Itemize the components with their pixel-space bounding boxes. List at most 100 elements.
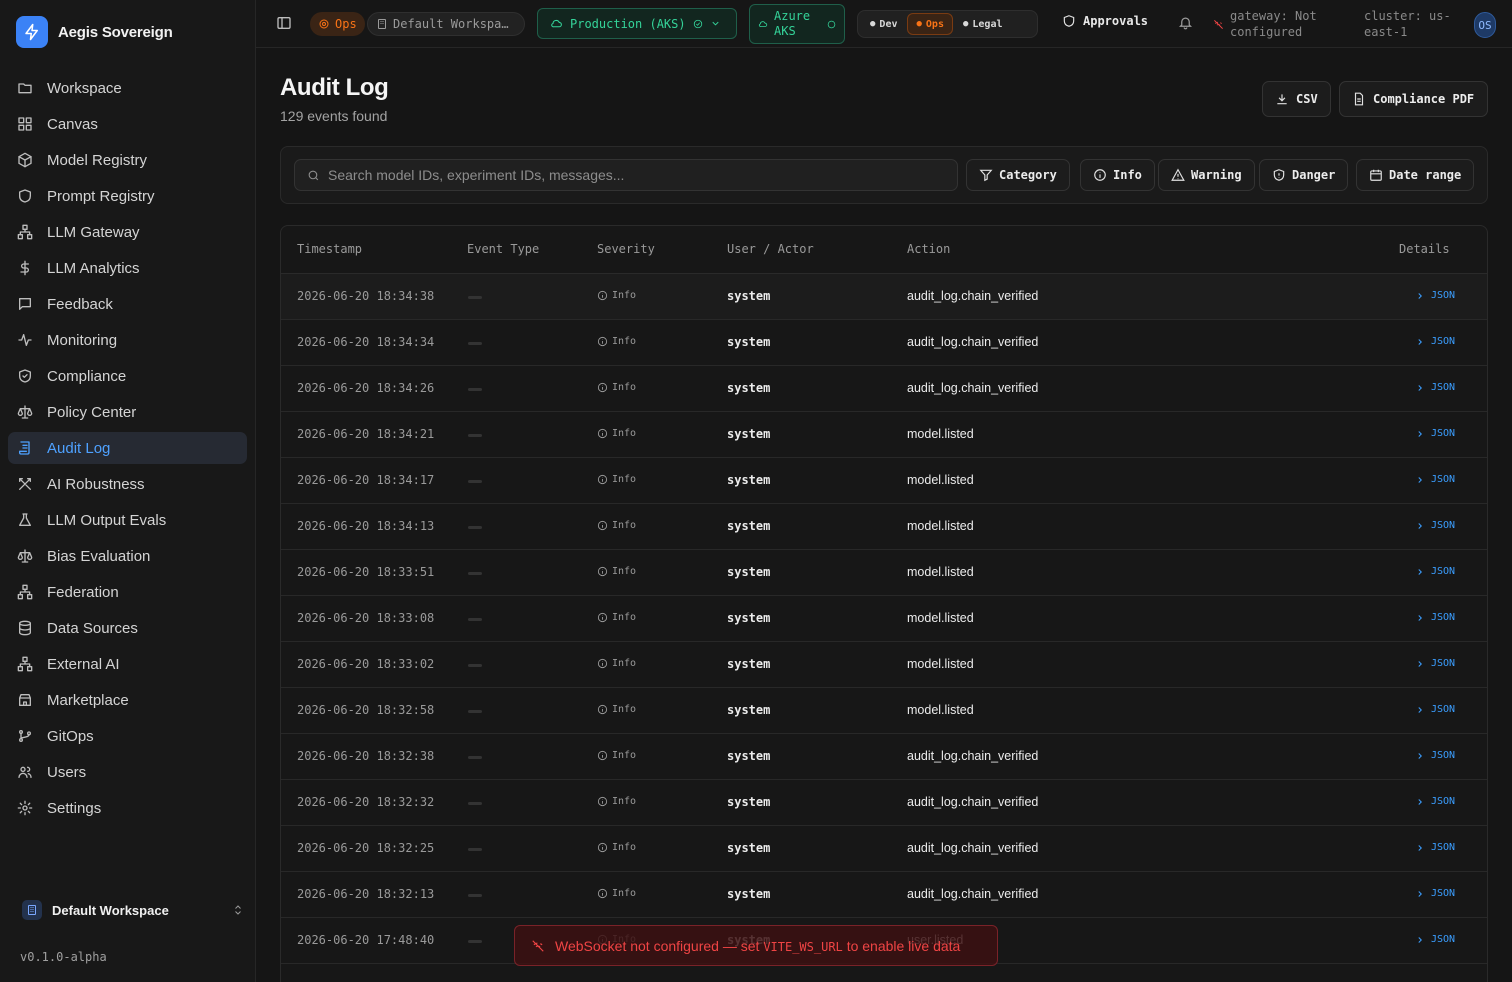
sidebar-item-data-sources[interactable]: Data Sources — [8, 612, 247, 644]
table-row[interactable]: 2026-06-20 18:32:58 Info system model.liste… — [281, 688, 1487, 734]
table-row[interactable]: 2026-06-20 18:34:38 Info system audit_log.c… — [281, 274, 1487, 320]
environment-select[interactable]: Production (AKS) — [537, 8, 737, 39]
chevron-right-icon — [1418, 844, 1422, 851]
event-type-placeholder — [468, 388, 482, 391]
json-details-button[interactable]: JSON — [1415, 290, 1455, 301]
col-timestamp[interactable]: Timestamp — [297, 242, 362, 256]
category-filter-button[interactable]: Category — [966, 159, 1070, 191]
sidebar-toggle-button[interactable] — [276, 15, 292, 31]
json-details-button[interactable]: JSON — [1415, 336, 1455, 347]
approvals-button[interactable]: Approvals — [1062, 14, 1148, 28]
table-row[interactable]: 2026-06-20 18:33:02 Info system model.liste… — [281, 642, 1487, 688]
info-filter-button[interactable]: Info — [1080, 159, 1155, 191]
info-icon — [597, 520, 608, 531]
table-row[interactable]: 2026-06-20 18:34:34 Info system audit_log.c… — [281, 320, 1487, 366]
sidebar-item-bias-evaluation[interactable]: Bias Evaluation — [8, 540, 247, 572]
col-user[interactable]: User / Actor — [727, 242, 814, 256]
sidebar-item-llm-analytics[interactable]: LLM Analytics — [8, 252, 247, 284]
json-details-button[interactable]: JSON — [1415, 520, 1455, 531]
json-details-button[interactable]: JSON — [1415, 888, 1455, 899]
sidebar-item-label: Canvas — [47, 115, 98, 133]
event-type-placeholder — [468, 572, 482, 575]
severity-label: Info — [612, 566, 637, 577]
sidebar-item-marketplace[interactable]: Marketplace — [8, 684, 247, 716]
sidebar-item-llm-gateway[interactable]: LLM Gateway — [8, 216, 247, 248]
json-details-button[interactable]: JSON — [1415, 842, 1455, 853]
websocket-toast[interactable]: WebSocket not configured — set VITE_WS_U… — [514, 925, 998, 966]
sidebar-item-compliance[interactable]: Compliance — [8, 360, 247, 392]
sidebar-item-external-ai[interactable]: External AI — [8, 648, 247, 680]
severity-label: Info — [612, 750, 637, 761]
sidebar-item-users[interactable]: Users — [8, 756, 247, 788]
sidebar-item-policy-center[interactable]: Policy Center — [8, 396, 247, 428]
json-details-button[interactable]: JSON — [1415, 658, 1455, 669]
environment-label: Production (AKS) — [570, 16, 686, 31]
col-event-type[interactable]: Event Type — [467, 242, 539, 256]
sidebar-item-federation[interactable]: Federation — [8, 576, 247, 608]
table-row[interactable]: 2026-06-20 18:34:26 Info system audit_log.c… — [281, 366, 1487, 412]
notifications-button[interactable] — [1178, 15, 1193, 30]
json-details-label: JSON — [1431, 704, 1456, 715]
table-row[interactable]: 2026-06-20 18:32:25 Info system audit_log.c… — [281, 826, 1487, 872]
sidebar-item-gitops[interactable]: GitOps — [8, 720, 247, 752]
date-range-button[interactable]: Date range — [1356, 159, 1475, 191]
table-row[interactable]: 2026-06-20 18:32:32 Info system audit_log.c… — [281, 780, 1487, 826]
export-csv-button[interactable]: CSV — [1262, 81, 1331, 117]
json-details-button[interactable]: JSON — [1415, 704, 1455, 715]
workspace-pill[interactable]: Default Workspa… — [367, 12, 525, 36]
sidebar-item-audit-log[interactable]: Audit Log — [8, 432, 247, 464]
workspace-switcher[interactable]: Default Workspace — [12, 894, 244, 926]
sidebar-item-ai-robustness[interactable]: AI Robustness — [8, 468, 247, 500]
chevron-right-icon — [1418, 430, 1422, 437]
user-role-icon: ● — [916, 19, 922, 29]
network-icon — [17, 584, 33, 600]
brand[interactable]: Aegis Sovereign — [16, 16, 173, 48]
json-details-button[interactable]: JSON — [1415, 612, 1455, 623]
sidebar-item-model-registry[interactable]: Model Registry — [8, 144, 247, 176]
table-row[interactable]: 2026-06-20 18:34:21 Info system model.liste… — [281, 412, 1487, 458]
table-row[interactable]: 2026-06-20 18:32:13 Info system audit_log.c… — [281, 872, 1487, 918]
event-type-placeholder — [468, 894, 482, 897]
role-dev[interactable]: ● Dev — [862, 13, 905, 35]
sidebar-item-feedback[interactable]: Feedback — [8, 288, 247, 320]
compliance-pdf-button[interactable]: Compliance PDF — [1339, 81, 1488, 117]
search-input[interactable] — [328, 167, 928, 183]
table-row[interactable]: 2026-06-20 18:34:13 Info system model.liste… — [281, 504, 1487, 550]
col-severity[interactable]: Severity — [597, 242, 655, 256]
role-legal[interactable]: ● Legal — [955, 13, 1011, 35]
ops-badge[interactable]: Ops — [310, 12, 365, 36]
col-action[interactable]: Action — [907, 242, 950, 256]
warning-filter-button[interactable]: Warning — [1158, 159, 1255, 191]
danger-filter-button[interactable]: Danger — [1259, 159, 1349, 191]
json-details-button[interactable]: JSON — [1415, 428, 1455, 439]
table-row[interactable]: 2026-06-20 18:33:51 Info system model.liste… — [281, 550, 1487, 596]
json-details-button[interactable]: JSON — [1415, 382, 1455, 393]
json-details-button[interactable]: JSON — [1415, 750, 1455, 761]
event-type-placeholder — [468, 664, 482, 667]
sidebar-item-label: LLM Gateway — [47, 223, 140, 241]
info-icon — [597, 658, 608, 669]
severity-label: Info — [612, 336, 637, 347]
sidebar-item-canvas[interactable]: Canvas — [8, 108, 247, 140]
row-action: audit_log.chain_verified — [907, 289, 1039, 303]
json-details-button[interactable]: JSON — [1415, 474, 1455, 485]
sidebar-item-label: Prompt Registry — [47, 187, 155, 205]
sidebar-item-settings[interactable]: Settings — [8, 792, 247, 824]
severity-badge: Info — [597, 888, 636, 899]
sidebar-item-prompt-registry[interactable]: Prompt Registry — [8, 180, 247, 212]
table-row[interactable]: 2026-06-20 18:33:08 Info system model.liste… — [281, 596, 1487, 642]
json-details-button[interactable]: JSON — [1415, 566, 1455, 577]
sidebar-item-workspace[interactable]: Workspace — [8, 72, 247, 104]
table-row[interactable]: 2026-06-20 18:32:38 Info system audit_log.c… — [281, 734, 1487, 780]
json-details-button[interactable]: JSON — [1415, 796, 1455, 807]
sidebar-item-monitoring[interactable]: Monitoring — [8, 324, 247, 356]
search-box[interactable] — [294, 159, 958, 191]
category-filter-label: Category — [999, 168, 1057, 182]
role-ops[interactable]: ● Ops — [907, 13, 953, 35]
cloud-provider-badge[interactable]: Azure AKS — [749, 4, 845, 44]
sidebar-item-llm-output-evals[interactable]: LLM Output Evals — [8, 504, 247, 536]
json-details-button[interactable]: JSON — [1415, 934, 1455, 945]
user-avatar[interactable]: OS — [1474, 12, 1496, 38]
sidebar-item-label: Feedback — [47, 295, 113, 313]
table-row[interactable]: 2026-06-20 18:34:17 Info system model.liste… — [281, 458, 1487, 504]
